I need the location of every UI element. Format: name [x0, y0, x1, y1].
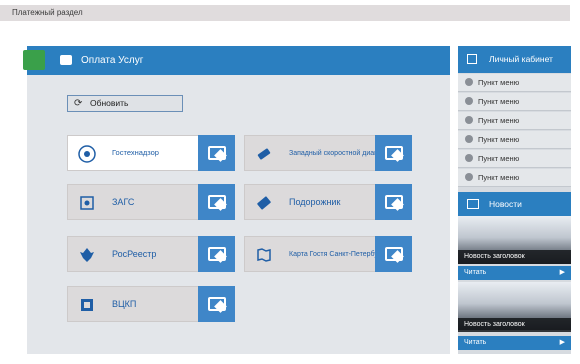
- user-icon: [467, 54, 477, 64]
- payment-panel: Оплата Услуг ⟳ Обновить Гостехнадзор Зап…: [23, 46, 450, 354]
- news-header: Новости: [458, 192, 571, 216]
- refresh-icon: ⟳: [74, 98, 83, 109]
- page-section-title: Платежный раздел: [12, 8, 83, 17]
- service-podorozhnik[interactable]: Подорожник: [244, 184, 412, 220]
- menu-item-label: Пункт меню: [478, 116, 520, 125]
- pay-icon: [207, 195, 226, 209]
- sidebar-menu-item[interactable]: Пункт меню: [458, 112, 571, 130]
- read-label: Читать: [464, 339, 487, 346]
- news-title: Новости: [489, 199, 522, 209]
- service-name: ЗАГС: [112, 197, 135, 207]
- sidebar-menu-item[interactable]: Пункт меню: [458, 74, 571, 92]
- service-rosreestr[interactable]: РосРеестр: [67, 236, 235, 272]
- sidebar-header: Личный кабинет: [458, 46, 571, 73]
- vckp-logo-icon: [77, 295, 97, 315]
- panel-title: Оплата Услуг: [81, 55, 144, 66]
- pay-icon: [207, 297, 226, 311]
- sidebar-menu-item[interactable]: Пункт меню: [458, 93, 571, 111]
- service-zags[interactable]: ЗАГС: [67, 184, 235, 220]
- service-name: РосРеестр: [112, 249, 157, 259]
- sidebar-menu-item[interactable]: Пункт меню: [458, 150, 571, 168]
- pay-button[interactable]: [375, 135, 412, 171]
- menu-icon: [465, 173, 473, 181]
- menu-item-label: Пункт меню: [478, 135, 520, 144]
- menu-icon: [465, 116, 473, 124]
- pay-button[interactable]: [375, 184, 412, 220]
- service-zsd[interactable]: Западный скоростной диаметр: [244, 135, 412, 171]
- service-name: Подорожник: [289, 197, 341, 207]
- card-icon: [60, 55, 72, 65]
- refresh-label: Обновить: [90, 98, 129, 108]
- service-name: Гостехнадзор: [112, 148, 159, 157]
- refresh-button[interactable]: ⟳ Обновить: [67, 95, 183, 112]
- menu-icon: [465, 97, 473, 105]
- pay-icon: [207, 146, 226, 160]
- read-label: Читать: [464, 269, 487, 276]
- sidebar-title: Личный кабинет: [489, 54, 553, 64]
- menu-item-label: Пункт меню: [478, 78, 520, 87]
- pay-button[interactable]: [198, 236, 235, 272]
- service-guest-card[interactable]: Карта Гостя Санкт-Петербурга: [244, 236, 412, 272]
- menu-item-label: Пункт меню: [478, 154, 520, 163]
- pay-button[interactable]: [198, 135, 235, 171]
- service-vckp[interactable]: ВЦКП: [67, 286, 235, 322]
- pay-icon: [384, 146, 403, 160]
- pay-icon: [384, 195, 403, 209]
- news-read-link[interactable]: Читать ▶: [458, 266, 571, 280]
- breadcrumb-bar: Платежный раздел: [0, 5, 570, 21]
- arrow-right-icon: ▶: [559, 339, 565, 346]
- pay-button[interactable]: [375, 236, 412, 272]
- menu-icon: [465, 154, 473, 162]
- sidebar-menu-item[interactable]: Пункт меню: [458, 169, 571, 187]
- service-name: ВЦКП: [112, 299, 137, 309]
- news-caption: Новость заголовок: [458, 250, 571, 264]
- map-icon: [254, 245, 274, 265]
- pay-icon: [207, 247, 226, 261]
- news-read-link[interactable]: Читать ▶: [458, 336, 571, 350]
- pay-button[interactable]: [198, 286, 235, 322]
- eagle-icon: [77, 245, 97, 265]
- emblem-icon: [77, 144, 97, 164]
- sidebar-menu-item[interactable]: Пункт меню: [458, 131, 571, 149]
- arrow-right-icon: ▶: [559, 269, 565, 276]
- service-gostehnadzor[interactable]: Гостехнадзор: [67, 135, 235, 171]
- menu-icon: [465, 135, 473, 143]
- service-name: Карта Гостя Санкт-Петербурга: [289, 250, 388, 258]
- menu-item-label: Пункт меню: [478, 97, 520, 106]
- pay-button[interactable]: [198, 184, 235, 220]
- newspaper-icon: [467, 199, 479, 209]
- card-icon: [254, 193, 274, 213]
- pay-icon: [384, 247, 403, 261]
- frame-icon: [77, 193, 97, 213]
- panel-header: Оплата Услуг: [23, 46, 450, 75]
- sidebar: Личный кабинет Пункт меню Пункт меню Пун…: [458, 46, 571, 354]
- news-caption: Новость заголовок: [458, 318, 571, 332]
- menu-icon: [465, 78, 473, 86]
- hand-pointer-icon: [23, 50, 45, 70]
- menu-item-label: Пункт меню: [478, 173, 520, 182]
- ticket-icon: [254, 144, 274, 164]
